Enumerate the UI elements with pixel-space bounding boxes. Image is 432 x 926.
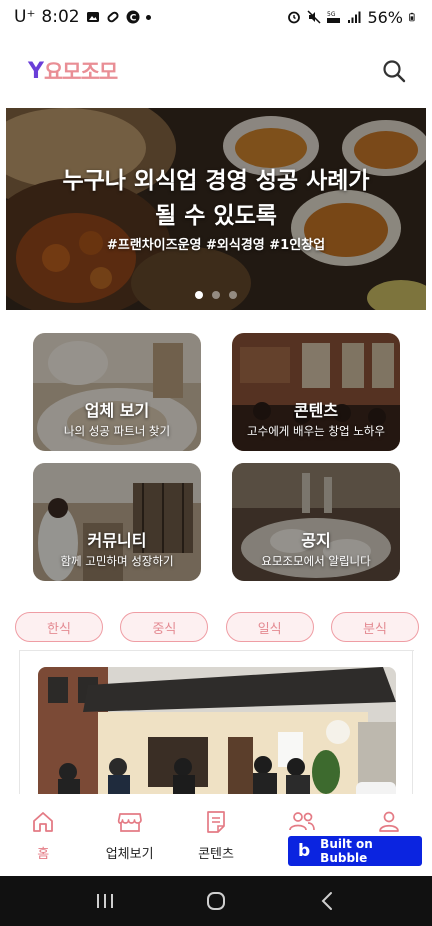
hero-title: 누구나 외식업 경영 성공 사례가 될 수 있도록	[6, 164, 426, 234]
mute-icon	[307, 10, 321, 24]
store-listing-card[interactable]	[19, 650, 414, 810]
signal-icon	[348, 11, 361, 23]
back-chevron-icon	[321, 892, 332, 910]
carousel-dot-2[interactable]	[212, 291, 220, 299]
card-subtitle: 함께 고민하며 성장하기	[60, 554, 174, 568]
clock: 8:02	[41, 7, 80, 27]
notification-dot-icon	[145, 14, 151, 20]
card-subtitle: 고수에게 배우는 창업 노하우	[247, 424, 385, 438]
card-divider	[20, 650, 414, 651]
card-title: 콘텐츠	[293, 401, 339, 420]
hero-title-line2: 될 수 있도록	[155, 203, 277, 229]
carrier-label: U⁺	[14, 7, 36, 27]
food-category-chips: 한식 중식 일식 분식	[15, 612, 419, 642]
bubble-badge-label: Built on Bubble	[320, 837, 373, 865]
app-header: Y 요모조모	[0, 34, 432, 108]
logo-mark: Y	[28, 58, 44, 84]
status-left: U⁺ 8:02 C	[14, 7, 151, 27]
home-icon	[33, 812, 54, 832]
battery-icon	[409, 12, 415, 22]
card-notice[interactable]: 공지 요모조모에서 알립니다	[232, 463, 400, 581]
built-on-bubble-badge[interactable]: b Built on Bubble	[288, 836, 422, 866]
card-title: 커뮤니티	[87, 531, 147, 550]
link-icon	[107, 11, 119, 23]
carousel-dot-3[interactable]	[229, 291, 237, 299]
chip-japanese[interactable]: 일식	[225, 612, 314, 642]
system-navigation-bar	[0, 876, 432, 926]
chip-korean[interactable]: 한식	[15, 612, 103, 642]
nav-home-label: 홈	[37, 847, 50, 862]
status-bar: U⁺ 8:02 C 5G 56%	[0, 0, 432, 34]
nav-stores[interactable]: 업체보기	[86, 794, 172, 876]
back-button[interactable]	[307, 881, 347, 921]
logo-text: 요모조모	[43, 60, 118, 84]
status-right: 5G 56%	[287, 8, 418, 27]
search-icon	[383, 60, 406, 83]
chip-chinese[interactable]: 중식	[120, 612, 209, 642]
user-icon	[378, 811, 399, 832]
bubble-logo-icon: b	[298, 841, 311, 861]
document-icon	[207, 811, 225, 833]
carousel-indicator	[6, 291, 426, 299]
recent-apps-icon	[97, 894, 114, 908]
gallery-icon	[86, 12, 99, 22]
hero-banner[interactable]: 누구나 외식업 경영 성공 사례가 될 수 있도록 #프랜차이즈운영 #외식경영…	[6, 108, 426, 310]
store-icon	[117, 813, 142, 832]
app-logo[interactable]: Y 요모조모	[28, 56, 118, 86]
card-content[interactable]: 콘텐츠 고수에게 배우는 창업 노하우	[232, 333, 400, 451]
svg-text:5G: 5G	[327, 11, 336, 18]
hero-title-line1: 누구나 외식업 경영 성공 사례가	[62, 168, 370, 194]
search-button[interactable]	[380, 57, 408, 85]
card-title: 업체 보기	[84, 401, 150, 420]
card-subtitle: 요모조모에서 알립니다	[261, 554, 371, 568]
home-button[interactable]	[196, 881, 236, 921]
chip-snack[interactable]: 분식	[330, 612, 419, 642]
nav-home[interactable]: 홈	[0, 794, 86, 876]
card-community[interactable]: 커뮤니티 함께 고민하며 성장하기	[33, 463, 201, 581]
svg-text:C: C	[129, 13, 136, 23]
nav-content[interactable]: 콘텐츠	[173, 794, 259, 876]
card-subtitle: 나의 성공 파트너 찾기	[63, 424, 171, 438]
lte-icon: 5G	[327, 11, 341, 23]
alarm-icon	[288, 11, 301, 24]
carousel-dot-1[interactable]	[195, 291, 203, 299]
nav-content-label: 콘텐츠	[198, 847, 234, 862]
battery-percent: 56%	[367, 7, 403, 27]
store-photo[interactable]	[38, 667, 396, 810]
hero-tags: #프랜차이즈운영 #외식경영 #1인창업	[106, 238, 326, 253]
card-title: 공지	[301, 531, 331, 550]
storefront-image	[38, 667, 396, 810]
c-app-icon: C	[126, 10, 140, 24]
community-icon	[289, 812, 316, 831]
recent-apps-button[interactable]	[85, 881, 125, 921]
nav-stores-label: 업체보기	[105, 847, 154, 862]
card-store-view[interactable]: 업체 보기 나의 성공 파트너 찾기	[33, 333, 201, 451]
home-circle-icon	[206, 892, 225, 910]
